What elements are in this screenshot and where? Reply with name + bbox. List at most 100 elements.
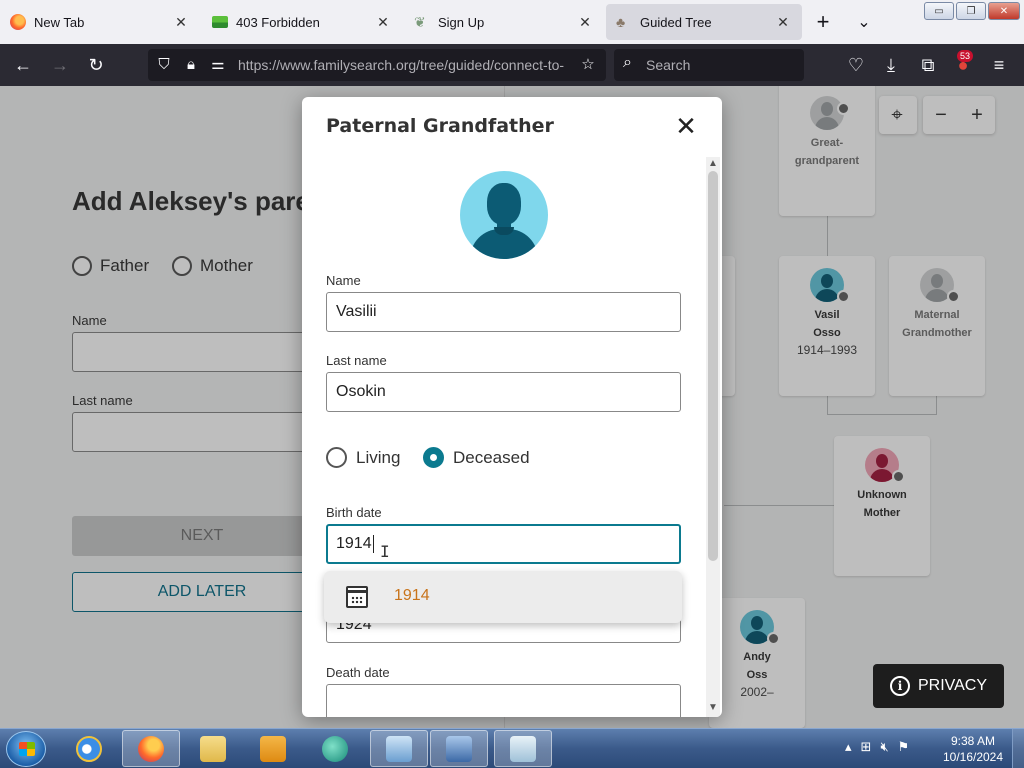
close-icon[interactable]: ✕ [374,13,392,31]
name-label: Name [326,273,361,288]
chevron-up-icon[interactable]: ▲ [706,157,720,171]
media-player-icon [260,735,286,762]
tab-title: New Tab [34,14,85,30]
male-avatar-icon [460,171,548,259]
url-text[interactable]: https://www.familysearch.org/tree/guided… [238,57,570,73]
birth-date-label: Birth date [326,505,382,520]
download-icon[interactable]: ⤓ [878,52,904,78]
tab-new-tab[interactable]: New Tab ✕ [0,4,200,40]
birth-date-value: 1914 [336,535,372,552]
bookmark-star-icon[interactable]: ☆ [577,53,599,77]
calendar-icon [346,586,368,608]
extensions-icon[interactable]: ⧉ [915,52,941,78]
windows-taskbar: ▴ ⊞ 🔇︎ ⚑ 9:38 AM 10/16/2024 [0,728,1024,768]
tab-403-forbidden[interactable]: 403 Forbidden ✕ [202,4,402,40]
radio-icon[interactable] [326,447,347,468]
permissions-icon[interactable]: ⚌ [207,53,229,77]
taskbar-notepad[interactable] [494,730,552,767]
radio-living[interactable]: Living [326,447,400,468]
close-icon[interactable]: ✕ [672,113,700,141]
maximize-button[interactable]: ❐ [956,2,986,20]
show-desktop-button[interactable] [1012,729,1024,768]
internet-explorer-icon [76,735,102,762]
taskbar-media-player[interactable] [244,730,302,767]
volume-muted-icon[interactable]: 🔇︎ [880,739,888,755]
lock-icon[interactable]: 🔒︎ [180,53,202,77]
close-icon[interactable]: ✕ [774,13,792,31]
date-suggestion[interactable]: 1914 [324,571,682,623]
leaf-icon: ❦ [414,14,426,30]
folder-icon [200,735,226,762]
death-date-field[interactable] [326,684,681,717]
taskbar-explorer[interactable] [184,730,242,767]
navigation-toolbar: ← → ↻ ⛉ 🔒︎ ⚌ https://www.familysearch.or… [0,44,1024,86]
pocket-icon[interactable]: ♡ [843,52,869,78]
info-icon: i [889,676,910,696]
tab-sign-up[interactable]: ❦ Sign Up ✕ [404,4,604,40]
shield-icon[interactable]: ⛉ [153,53,175,77]
suggestion-text: 1914 [394,587,430,604]
scroll-thumb[interactable] [708,171,718,561]
scrollbar[interactable]: ▲ ▼ [706,157,720,717]
network-icon [386,735,412,762]
flag-icon[interactable]: ⚑ [898,739,910,755]
taskbar-app-fish[interactable] [306,730,364,767]
window-controls: ▭ ❐ ✕ [924,2,1020,20]
search-icon: ⌕ [623,54,632,71]
last-name-field[interactable]: Osokin [326,372,681,412]
new-tab-button[interactable]: + [810,10,836,36]
taskbar-firefox[interactable] [122,730,180,767]
taskbar-internet-explorer[interactable] [60,730,118,767]
search-placeholder: Search [646,57,691,73]
close-icon[interactable]: ✕ [172,13,190,31]
system-tray: ▴ ⊞ 🔇︎ ⚑ [845,739,909,755]
firefox-icon [10,14,26,30]
paternal-grandfather-dialog: Paternal Grandfather ✕ Name Vasilii Last… [302,97,722,717]
menu-icon[interactable]: ≡ [986,52,1012,78]
radio-label: Deceased [453,447,530,467]
chevron-up-icon[interactable]: ▴ [845,739,852,755]
birth-date-field[interactable]: 1914 I [326,524,681,564]
back-arrow-icon[interactable]: ← [10,52,36,78]
dialog-title: Paternal Grandfather [326,115,554,137]
forward-arrow-icon[interactable]: → [47,52,73,78]
radio-checked-icon[interactable] [423,447,444,468]
minimize-button[interactable]: ▭ [924,2,954,20]
window-close-button[interactable]: ✕ [988,2,1020,20]
tab-guided-tree[interactable]: ♣ Guided Tree ✕ [606,4,802,40]
text-cursor-icon: I [380,542,390,561]
start-button[interactable] [6,731,46,767]
last-name-label: Last name [326,353,387,368]
tab-title: Guided Tree [640,14,712,30]
death-date-label: Death date [326,665,390,680]
taskbar-network[interactable] [370,730,428,767]
tab-strip: New Tab ✕ 403 Forbidden ✕ ❦ Sign Up ✕ ♣ … [0,0,1024,44]
name-field[interactable]: Vasilii [326,292,681,332]
privacy-label: PRIVACY [917,677,988,694]
network-tray-icon[interactable]: ⊞ [861,739,872,755]
page-content: Add Aleksey's pare Father Mother Name La… [0,86,1024,728]
privacy-button[interactable]: i PRIVACY [873,664,1004,708]
radio-label: Living [356,447,401,467]
image-icon [212,16,228,28]
radio-deceased[interactable]: Deceased [423,447,530,468]
clock-date: 10/16/2024 [942,750,1004,764]
clock[interactable]: 9:38 AM 10/16/2024 [940,733,1006,765]
close-icon[interactable]: ✕ [576,13,594,31]
tree-icon: ♣ [616,14,626,30]
tab-title: 403 Forbidden [236,14,320,30]
list-all-tabs-button[interactable]: ⌄ [851,10,877,36]
tab-title: Sign Up [438,14,485,30]
app-icon [322,735,348,762]
text-caret [372,534,374,553]
chevron-down-icon[interactable]: ▼ [706,701,720,715]
url-bar[interactable]: ⛉ 🔒︎ ⚌ https://www.familysearch.org/tree… [148,49,606,81]
extension-badge: 53 [957,50,974,62]
clock-time: 9:38 AM [950,734,996,748]
firefox-icon [138,735,164,762]
reload-icon[interactable]: ↻ [83,52,109,78]
computer-icon [446,735,472,762]
taskbar-computer[interactable] [430,730,488,767]
notepad-icon [510,735,536,762]
search-input[interactable]: ⌕ Search [614,49,804,81]
